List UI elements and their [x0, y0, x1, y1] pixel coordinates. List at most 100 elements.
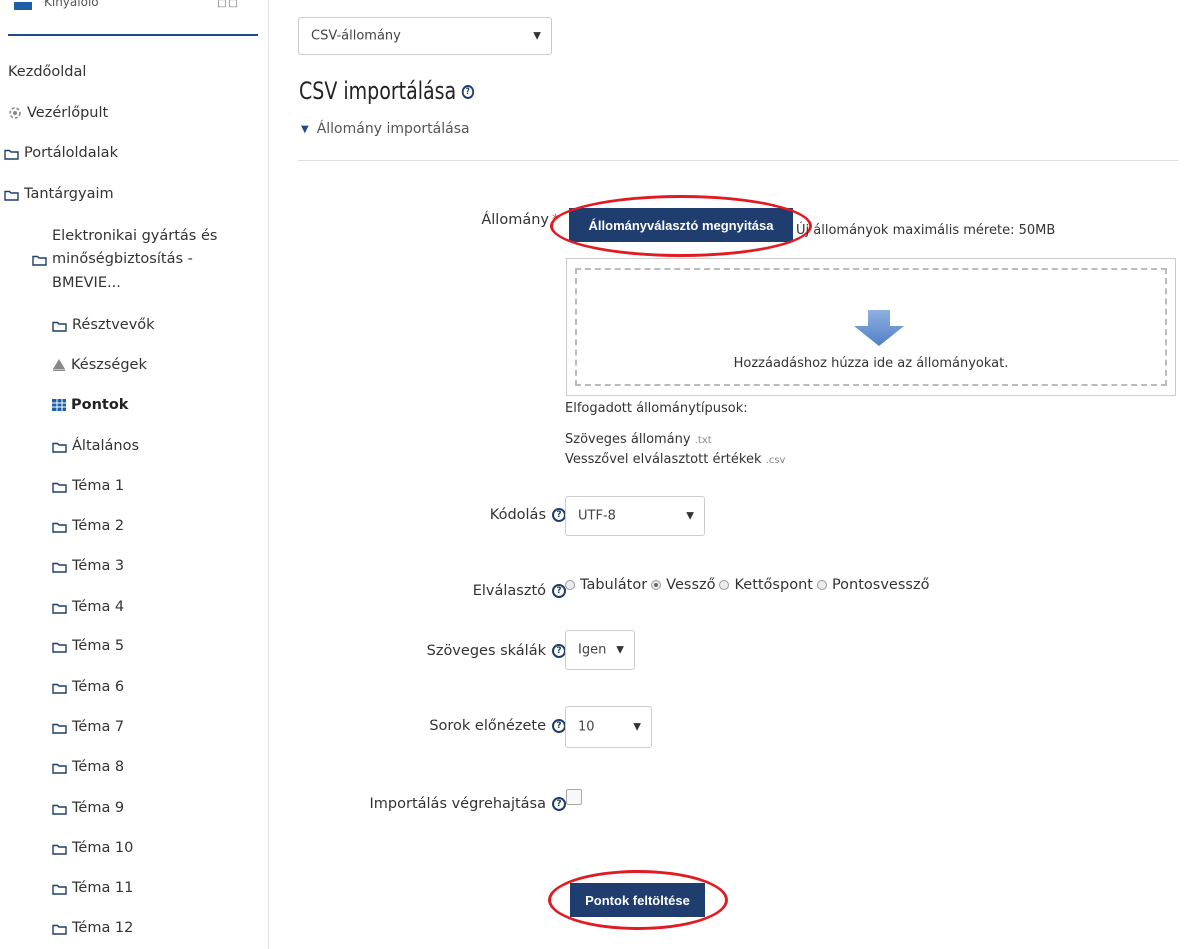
- nav-topic-label: Téma 5: [72, 638, 125, 654]
- nav-topic[interactable]: Téma 7: [52, 719, 124, 735]
- max-size-note: Új állományok maximális mérete: 50MB: [796, 223, 1056, 238]
- separator-label-text: Elválasztó: [472, 583, 546, 599]
- separator-option-label: Vessző: [666, 577, 716, 593]
- section-toggle[interactable]: ▼ Állomány importálása: [301, 121, 470, 137]
- upload-grades-button[interactable]: Pontok feltöltése: [570, 883, 705, 917]
- drop-zone-dashed-border: Hozzáadáshoz húzza ide az állományokat.: [575, 268, 1167, 386]
- section-divider: [298, 160, 1178, 161]
- force-import-label: Importálás végrehajtása?: [370, 796, 566, 812]
- nav-topic[interactable]: Téma 6: [52, 679, 124, 695]
- sidebar-header-label: Kinyalolo: [44, 0, 99, 9]
- nav-topic-label: Téma 6: [72, 679, 125, 695]
- nav-general[interactable]: Általános: [52, 438, 139, 454]
- nav-topic[interactable]: Téma 11: [52, 880, 133, 896]
- verbose-scales-value: Igen: [578, 642, 607, 658]
- course-line-3: BMEVIE...: [52, 275, 121, 291]
- encoding-label-text: Kódolás: [489, 507, 546, 523]
- nav-topic[interactable]: Téma 12: [52, 920, 133, 936]
- nav-topic[interactable]: Téma 1: [52, 478, 124, 494]
- page-title: CSV importálása?: [299, 77, 474, 105]
- competencies-icon: [52, 359, 66, 371]
- separator-radio-group: Tabulátor Vessző Kettőspont Pontosvessző: [565, 577, 933, 593]
- caret-down-icon: ▼: [301, 123, 309, 135]
- folder-icon: [4, 189, 19, 201]
- folder-icon: [32, 254, 47, 266]
- dock-controls-icon[interactable]: □□: [217, 0, 240, 9]
- nav-site-pages-label: Portáloldalak: [24, 145, 118, 161]
- import-type-value: CSV-állomány: [311, 28, 401, 44]
- type-csv-ext: .csv: [765, 455, 786, 466]
- encoding-select[interactable]: UTF-8 ▼: [565, 496, 705, 536]
- nav-dashboard[interactable]: Vezérlőpult: [8, 105, 108, 121]
- nav-topic[interactable]: Téma 9: [52, 800, 124, 816]
- course-line-2-row: minőségbiztosítás -: [32, 251, 193, 267]
- folder-icon: [52, 722, 67, 734]
- nav-competencies[interactable]: Készségek: [52, 357, 147, 373]
- folder-icon: [52, 762, 67, 774]
- nav-topic[interactable]: Téma 3: [52, 558, 124, 574]
- nav-topic-label: Téma 1: [72, 478, 125, 494]
- separator-label: Elválasztó?: [473, 583, 566, 599]
- help-icon[interactable]: ?: [552, 719, 566, 733]
- preview-rows-label-text: Sorok előnézete: [429, 718, 546, 734]
- nav-topic[interactable]: Téma 8: [52, 759, 124, 775]
- nav-topic-label: Téma 8: [72, 759, 125, 775]
- file-label-text: Állomány: [481, 212, 549, 228]
- chevron-down-icon: ▼: [533, 30, 541, 42]
- nav-home-label: Kezdőoldal: [8, 64, 87, 80]
- nav-competencies-label: Készségek: [71, 357, 147, 373]
- separator-option-label: Pontosvessző: [831, 577, 930, 593]
- folder-icon: [52, 923, 67, 935]
- folder-icon: [52, 320, 67, 332]
- nav-topic[interactable]: Téma 10: [52, 840, 133, 856]
- import-type-select[interactable]: CSV-állomány ▼: [298, 17, 552, 55]
- nav-topic-label: Téma 3: [72, 558, 125, 574]
- nav-topic[interactable]: Téma 4: [52, 599, 124, 615]
- separator-option-label: Tabulátor: [580, 577, 648, 593]
- nav-my-courses[interactable]: Tantárgyaim: [4, 186, 114, 202]
- folder-icon: [52, 682, 67, 694]
- folder-icon: [52, 803, 67, 815]
- dashboard-icon: [8, 106, 22, 120]
- encoding-label: Kódolás?: [490, 507, 566, 523]
- nav-topic-label: Téma 2: [72, 518, 125, 534]
- folder-icon: [4, 148, 19, 160]
- help-icon[interactable]: ?: [552, 508, 566, 522]
- verbose-scales-select[interactable]: Igen ▼: [565, 630, 635, 670]
- separator-radio[interactable]: [816, 580, 827, 590]
- force-import-checkbox[interactable]: [566, 789, 582, 805]
- accepted-type-txt: Szöveges állomány .txt: [565, 432, 712, 447]
- nav-grades[interactable]: Pontok: [52, 397, 128, 413]
- nav-topic[interactable]: Téma 2: [52, 518, 124, 534]
- preview-rows-select[interactable]: 10 ▼: [565, 706, 652, 748]
- main-content: CSV-állomány ▼ CSV importálása? ▼ Állomá…: [270, 0, 1192, 949]
- course-line-2: minőségbiztosítás -: [52, 251, 193, 267]
- nav-site-pages[interactable]: Portáloldalak: [4, 145, 118, 161]
- folder-icon: [52, 481, 67, 493]
- accepted-types-title: Elfogadott állománytípusok:: [565, 401, 748, 416]
- help-icon[interactable]: ?: [552, 584, 566, 598]
- file-label: Állomány *: [481, 212, 559, 228]
- help-icon[interactable]: ?: [461, 85, 474, 99]
- help-icon[interactable]: ?: [552, 644, 566, 658]
- separator-option-label: Kettőspont: [734, 577, 813, 593]
- separator-radio[interactable]: [651, 580, 662, 590]
- force-import-label-text: Importálás végrehajtása: [369, 796, 546, 812]
- nav-home[interactable]: Kezdőoldal: [8, 64, 86, 80]
- help-icon[interactable]: ?: [552, 797, 566, 811]
- type-txt-name: Szöveges állomány: [565, 432, 691, 447]
- file-drop-zone[interactable]: Hozzáadáshoz húzza ide az állományokat.: [566, 258, 1176, 396]
- nav-topic-label: Téma 7: [72, 719, 125, 735]
- choose-file-button[interactable]: Állományválasztó megnyitása: [569, 208, 793, 242]
- course-line-1: Elektronikai gyártás és: [52, 228, 218, 244]
- nav-dashboard-label: Vezérlőpult: [27, 105, 109, 121]
- required-icon: *: [552, 212, 559, 228]
- nav-participants[interactable]: Résztvevők: [52, 317, 155, 333]
- sidebar: Kinyalolo □□ Kezdőoldal Vezérlőpult Port…: [0, 0, 269, 949]
- section-label: Állomány importálása: [316, 121, 470, 137]
- nav-topic[interactable]: Téma 5: [52, 638, 124, 654]
- accepted-type-csv: Vesszővel elválasztott értékek .csv: [565, 452, 785, 467]
- chevron-down-icon: ▼: [616, 644, 624, 656]
- separator-radio[interactable]: [565, 580, 575, 590]
- separator-radio[interactable]: [719, 580, 730, 590]
